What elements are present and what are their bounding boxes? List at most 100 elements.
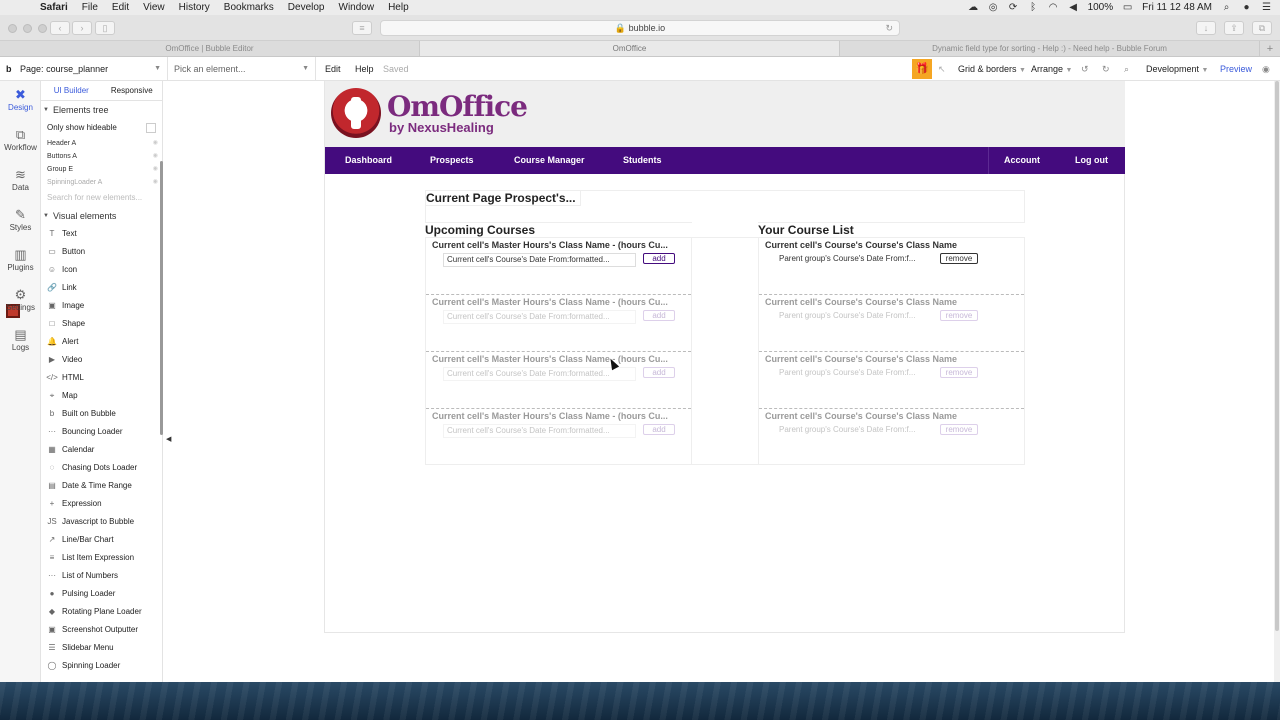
nav-students[interactable]: Students <box>623 147 662 174</box>
tab-bubble-editor[interactable]: OmOffice | Bubble Editor <box>0 41 420 56</box>
arrange-menu[interactable]: Arrange ▼ <box>1031 57 1072 83</box>
palette-item-alert[interactable]: 🔔 Alert <box>41 333 162 351</box>
rail-styles[interactable]: ✎ Styles <box>0 207 41 232</box>
close-window-button[interactable] <box>8 24 17 33</box>
palette-item-line-bar-chart[interactable]: ↗ Line/Bar Chart <box>41 531 162 549</box>
nav-logout[interactable]: Log out <box>1075 147 1108 174</box>
share-icon[interactable]: ⇪ <box>1224 21 1244 35</box>
date-text[interactable]: Current cell's Course's Date From:format… <box>443 253 636 267</box>
add-button[interactable]: add <box>643 367 675 378</box>
environment-selector[interactable]: Development ▼ <box>1146 57 1208 83</box>
tabs-overview-icon[interactable]: ⧉ <box>1252 21 1272 35</box>
add-button[interactable]: add <box>643 310 675 321</box>
palette-item-list-item-expression[interactable]: ≡ List Item Expression <box>41 549 162 567</box>
element-picker[interactable]: Pick an element... ▼ <box>168 57 316 81</box>
date-text[interactable]: Current cell's Course's Date From:format… <box>443 310 636 324</box>
class-name-text[interactable]: Current cell's Course's Course's Class N… <box>765 353 957 365</box>
rail-logs[interactable]: ▤ Logs <box>0 327 41 352</box>
palette-item-javascript-to-bubble[interactable]: JS Javascript to Bubble <box>41 513 162 531</box>
tab-bubble-forum[interactable]: Dynamic field type for sorting - Help :)… <box>840 41 1260 56</box>
add-button[interactable]: add <box>643 424 675 435</box>
redo-icon[interactable]: ↻ <box>1102 57 1110 81</box>
clock[interactable]: Fri 11 12 48 AM <box>1142 2 1212 13</box>
rail-plugins[interactable]: ▥ Plugins <box>0 247 41 272</box>
hideable-checkbox[interactable] <box>146 123 156 133</box>
user-icon[interactable]: ● <box>1241 2 1252 13</box>
menu-view[interactable]: View <box>143 2 165 13</box>
palette-item-image[interactable]: ▣ Image <box>41 297 162 315</box>
class-name-text[interactable]: Current cell's Course's Course's Class N… <box>765 296 957 308</box>
menu-help[interactable]: Help <box>388 2 409 13</box>
palette-item-screenshot-outputter[interactable]: ▣ Screenshot Outputter <box>41 621 162 639</box>
class-name-text[interactable]: Current cell's Master Hours's Class Name… <box>432 410 668 422</box>
date-text[interactable]: Current cell's Course's Date From:format… <box>443 367 636 381</box>
tree-item[interactable]: Group E ◉ <box>41 163 162 176</box>
palette-item-text[interactable]: T Text <box>41 225 162 243</box>
cloud-icon[interactable]: ☁ <box>968 2 979 13</box>
rail-design[interactable]: ✖ Design <box>0 87 41 112</box>
eye-icon[interactable]: ◉ <box>153 137 158 150</box>
menu-window[interactable]: Window <box>339 2 375 13</box>
class-name-text[interactable]: Current cell's Master Hours's Class Name… <box>432 296 668 308</box>
tab-responsive[interactable]: Responsive <box>102 81 163 100</box>
scroll-thumb[interactable] <box>1275 81 1279 631</box>
nav-dashboard[interactable]: Dashboard <box>345 147 392 174</box>
rail-data[interactable]: ≋ Data <box>0 167 41 192</box>
vpn-icon[interactable]: ◎ <box>988 2 999 13</box>
downloads-icon[interactable]: ↓ <box>1196 21 1216 35</box>
menu-bookmarks[interactable]: Bookmarks <box>224 2 274 13</box>
menu-file[interactable]: File <box>82 2 98 13</box>
palette-item-map[interactable]: ⌖ Map <box>41 387 162 405</box>
search-elements-input[interactable]: Search for new elements... <box>41 189 162 207</box>
search-icon[interactable]: ⌕ <box>1124 57 1129 81</box>
new-tab-icon[interactable]: + <box>1260 41 1280 56</box>
spotlight-icon[interactable]: ⌕ <box>1221 2 1232 13</box>
account-icon[interactable]: ◉ <box>1262 57 1270 81</box>
cursor-tool-icon[interactable]: ↖ <box>938 57 946 81</box>
zoom-window-button[interactable] <box>38 24 47 33</box>
palette-item-spinning-loader[interactable]: ◯ Spinning Loader <box>41 657 162 675</box>
only-show-hideable[interactable]: Only show hideable <box>41 119 162 137</box>
palette-item-calendar[interactable]: ▦ Calendar <box>41 441 162 459</box>
grid-borders-menu[interactable]: Grid & borders ▼ <box>958 57 1026 83</box>
undo-icon[interactable]: ↺ <box>1081 57 1089 81</box>
menu-app[interactable]: Safari <box>40 2 68 13</box>
preview-button[interactable]: Preview <box>1220 57 1252 81</box>
volume-icon[interactable]: ◀ <box>1068 2 1079 13</box>
tree-item[interactable]: SpinningLoader A ◉ <box>41 176 162 189</box>
palette-item-pulsing-loader[interactable]: ● Pulsing Loader <box>41 585 162 603</box>
date-text[interactable]: Parent group's Course's Date From:f... <box>776 424 933 438</box>
eye-icon[interactable]: ◉ <box>153 176 158 189</box>
sync-icon[interactable]: ⟳ <box>1008 2 1019 13</box>
nav-prospects[interactable]: Prospects <box>430 147 474 174</box>
palette-item-date-time-range[interactable]: ▤ Date & Time Range <box>41 477 162 495</box>
visual-elements-header[interactable]: Visual elements <box>41 207 162 225</box>
class-name-text[interactable]: Current cell's Course's Course's Class N… <box>765 239 957 251</box>
help-menu[interactable]: Help <box>355 57 374 81</box>
palette-item-bouncing-loader[interactable]: ··· Bouncing Loader <box>41 423 162 441</box>
palette-item-link[interactable]: 🔗 Link <box>41 279 162 297</box>
sidebar-icon[interactable]: ▯ <box>95 21 115 35</box>
add-button[interactable]: add <box>643 253 675 264</box>
class-name-text[interactable]: Current cell's Master Hours's Class Name… <box>432 239 668 251</box>
palette-item-chasing-dots-loader[interactable]: ◌ Chasing Dots Loader <box>41 459 162 477</box>
reader-icon[interactable]: ≡ <box>352 21 372 35</box>
menu-history[interactable]: History <box>179 2 210 13</box>
tree-item[interactable]: Header A ◉ <box>41 137 162 150</box>
menu-develop[interactable]: Develop <box>288 2 325 13</box>
forward-icon[interactable]: › <box>72 21 92 35</box>
date-text[interactable]: Parent group's Course's Date From:f... <box>776 253 933 267</box>
rail-workflow[interactable]: ⧉ Workflow <box>0 127 41 152</box>
battery-icon[interactable]: ▭ <box>1122 2 1133 13</box>
nav-account[interactable]: Account <box>1004 147 1040 174</box>
palette-item-button[interactable]: ▭ Button <box>41 243 162 261</box>
back-icon[interactable]: ‹ <box>50 21 70 35</box>
gift-icon[interactable]: 🎁 <box>912 59 932 79</box>
palette-item-html[interactable]: </> HTML <box>41 369 162 387</box>
notification-icon[interactable]: ☰ <box>1261 2 1272 13</box>
current-prospect-text[interactable]: Current Page Prospect's... <box>426 191 581 206</box>
tree-item[interactable]: Buttons A ◉ <box>41 150 162 163</box>
remove-button[interactable]: remove <box>940 367 978 378</box>
collapse-panel-icon[interactable]: ◀ <box>166 435 171 443</box>
battery-percent[interactable]: 100% <box>1088 2 1114 13</box>
